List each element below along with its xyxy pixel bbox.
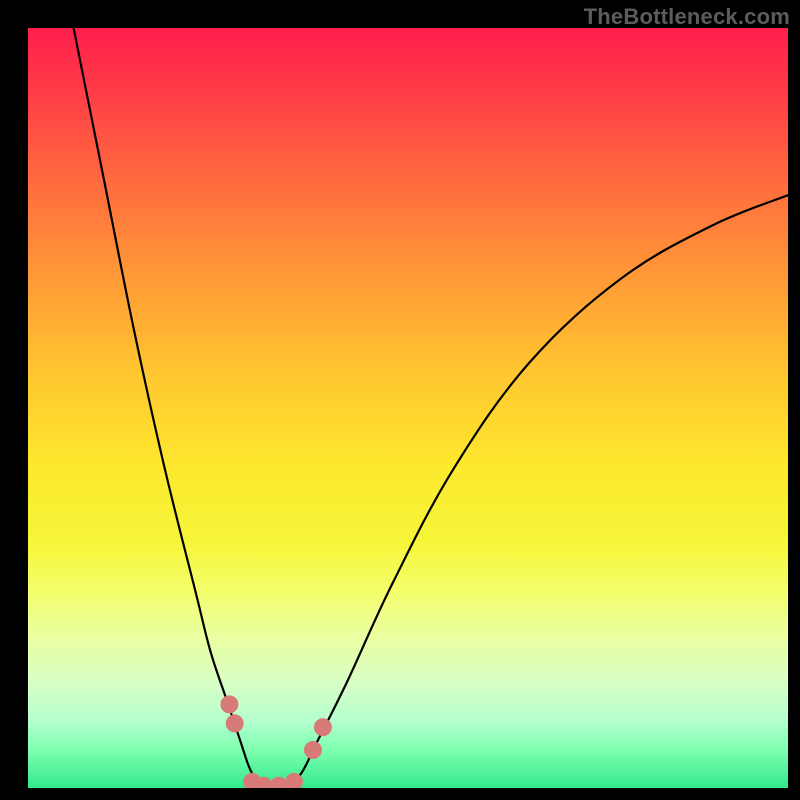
watermark-text: TheBottleneck.com: [584, 4, 790, 30]
chart-frame: TheBottleneck.com: [0, 0, 800, 800]
chart-plot-area: [28, 28, 788, 788]
